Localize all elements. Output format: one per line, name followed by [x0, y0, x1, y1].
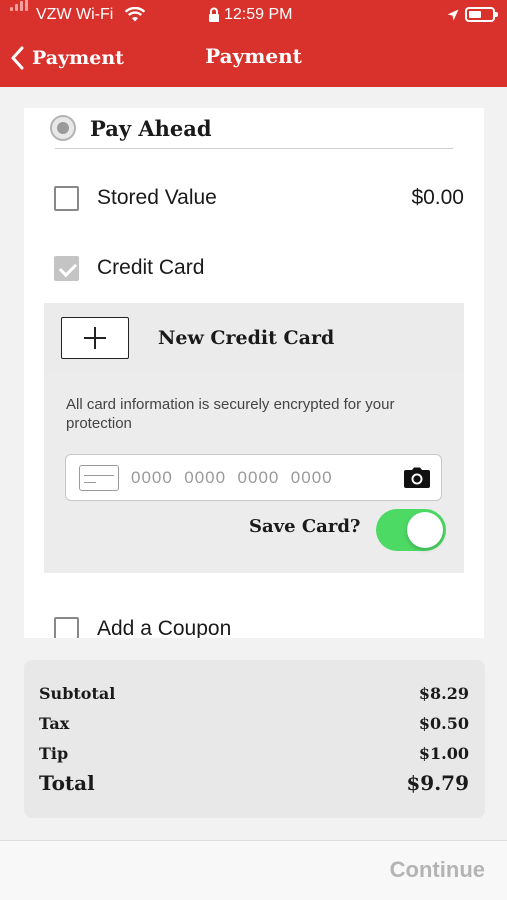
credit-card-section: New Credit Card All card information is …: [44, 303, 464, 573]
total-label: Total: [39, 771, 95, 795]
pay-ahead-option[interactable]: Pay Ahead: [50, 108, 212, 148]
credit-card-icon: [79, 464, 119, 491]
card-number-input[interactable]: [131, 467, 401, 488]
coupon-label: Add a Coupon: [97, 617, 232, 638]
credit-card-checkbox[interactable]: [54, 255, 79, 281]
total-row: Total $9.79: [39, 771, 469, 795]
subtotal-value: $8.29: [418, 684, 469, 703]
payment-options-panel: Pay Ahead Stored Value $0.00 Credit Card…: [24, 108, 484, 638]
lock-icon: [208, 7, 220, 28]
back-label: Payment: [32, 47, 124, 69]
credit-card-label: Credit Card: [97, 256, 205, 279]
total-value: $9.79: [406, 771, 469, 795]
carrier-label: VZW Wi-Fi: [36, 6, 114, 23]
wifi-icon: [124, 6, 146, 28]
pay-ahead-label: Pay Ahead: [90, 115, 212, 141]
tax-label: Tax: [39, 714, 70, 733]
chevron-left-icon: [11, 46, 24, 70]
toggle-knob: [407, 512, 443, 548]
new-credit-card-button[interactable]: New Credit Card: [44, 303, 464, 373]
stored-value-checkbox[interactable]: [54, 185, 79, 211]
tip-value: $1.00: [418, 744, 469, 763]
divider: [55, 148, 453, 149]
tax-value: $0.50: [418, 714, 469, 733]
footer-bar: Continue: [0, 840, 507, 900]
stored-value-label: Stored Value: [97, 186, 217, 209]
coupon-checkbox[interactable]: [54, 616, 79, 638]
stored-value-option[interactable]: Stored Value $0.00: [54, 180, 464, 216]
new-credit-card-label: New Credit Card: [158, 327, 335, 349]
tax-row: Tax $0.50: [39, 714, 469, 733]
status-bar: VZW Wi-Fi 12:59 PM: [0, 0, 507, 32]
save-card-label: Save Card?: [249, 516, 361, 537]
stored-value-amount: $0.00: [411, 186, 464, 209]
tip-row: Tip $1.00: [39, 744, 469, 763]
header-bar: VZW Wi-Fi 12:59 PM Payment Payment: [0, 0, 507, 87]
secure-note: All card information is securely encrypt…: [66, 396, 395, 432]
back-button[interactable]: Payment: [10, 43, 124, 73]
save-card-toggle[interactable]: [376, 509, 446, 551]
tip-label: Tip: [39, 744, 69, 763]
card-number-field[interactable]: [65, 454, 442, 501]
subtotal-label: Subtotal: [39, 684, 116, 703]
battery-icon: [465, 7, 498, 22]
credit-card-option[interactable]: Credit Card: [54, 250, 464, 286]
continue-button[interactable]: Continue: [390, 857, 485, 883]
camera-icon[interactable]: [403, 467, 431, 494]
coupon-option[interactable]: Add a Coupon: [54, 611, 464, 638]
clock: 12:59 PM: [224, 6, 293, 23]
location-arrow-icon: [447, 8, 459, 26]
pay-ahead-radio[interactable]: [50, 115, 76, 141]
plus-icon: [61, 317, 129, 359]
order-summary: Subtotal $8.29 Tax $0.50 Tip $1.00 Total…: [24, 660, 485, 818]
subtotal-row: Subtotal $8.29: [39, 684, 469, 703]
